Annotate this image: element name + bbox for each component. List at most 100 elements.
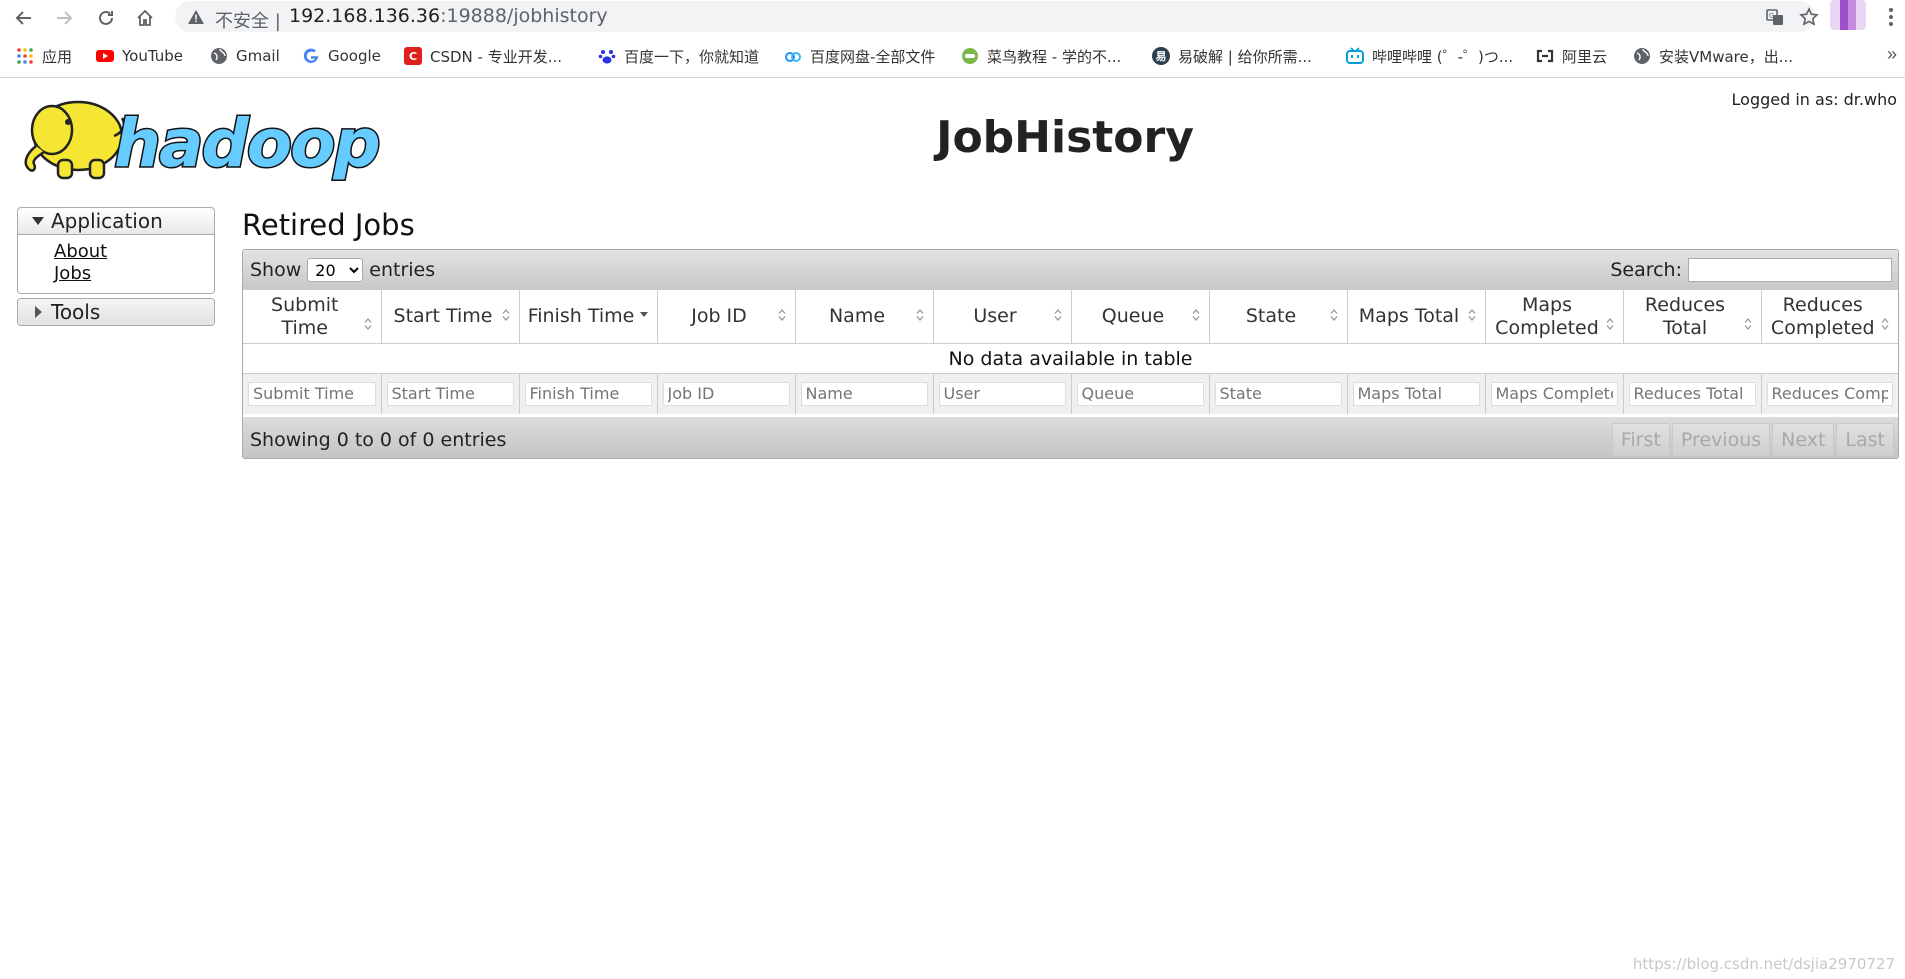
ypojie-icon: 易	[1152, 47, 1170, 65]
bookmark-baidu-pan[interactable]: 百度网盘-全部文件	[784, 45, 935, 67]
filter-input-maps-completed[interactable]	[1490, 381, 1618, 406]
table-info: Showing 0 to 0 of 0 entries	[250, 429, 507, 451]
filter-input-maps-total[interactable]	[1352, 381, 1480, 406]
filter-input-job-id[interactable]	[662, 381, 790, 406]
filter-input-start-time[interactable]	[386, 381, 514, 406]
triangle-down-icon	[32, 217, 44, 225]
browser-toolbar: 不安全 | 192.168.136.36:19888/jobhistory G	[0, 0, 1905, 36]
table-toolbar: Show 20 entries Search:	[243, 250, 1898, 289]
home-button[interactable]	[131, 4, 159, 32]
filter-input-reduces-completed[interactable]	[1766, 381, 1893, 406]
bookmark-csdn[interactable]: C CSDN - 专业开发...	[404, 45, 562, 67]
profile-avatar[interactable]	[1830, 0, 1866, 30]
logged-in-label: Logged in as: dr.who	[1731, 90, 1897, 109]
page-length-control: Show 20 entries	[250, 258, 435, 282]
table-search: Search:	[1610, 258, 1892, 282]
search-input[interactable]	[1688, 258, 1892, 282]
column-header-finish-time[interactable]: Finish Time	[519, 289, 658, 344]
avatar-icon	[1830, 0, 1866, 30]
filter-input-user[interactable]	[938, 381, 1066, 406]
column-header-reduces-total[interactable]: Reduces Total	[1623, 289, 1762, 344]
bookmarks-bar: 应用 YouTube Gmail Google C CSDN - 专业开发...…	[0, 36, 1905, 78]
sort-desc-icon	[639, 312, 648, 317]
nav-link-jobs[interactable]: Jobs	[54, 263, 214, 285]
bookmark-star-icon[interactable]	[1799, 7, 1819, 27]
bilibili-icon	[1346, 47, 1364, 64]
bookmark-google[interactable]: Google	[302, 45, 381, 67]
nav-section-tools: Tools	[17, 298, 215, 326]
filter-cell	[1209, 373, 1348, 414]
column-header-maps-total[interactable]: Maps Total	[1347, 289, 1486, 344]
column-header-submit-time[interactable]: Submit Time	[243, 289, 382, 344]
url-text: 192.168.136.36:19888/jobhistory	[289, 5, 608, 27]
filter-cell	[243, 373, 382, 414]
column-header-user[interactable]: User	[933, 289, 1072, 344]
youtube-icon	[96, 50, 114, 62]
bookmark-gmail[interactable]: Gmail	[210, 45, 280, 67]
apps-grid-icon	[17, 48, 33, 64]
sort-both-icon	[1468, 309, 1475, 321]
filter-cell	[657, 373, 796, 414]
sort-both-icon	[502, 309, 509, 321]
last-page-button[interactable]: Last	[1836, 423, 1894, 457]
filter-input-finish-time[interactable]	[524, 381, 652, 406]
table-footer: Showing 0 to 0 of 0 entries First Previo…	[243, 417, 1898, 458]
menu-kebab-icon[interactable]	[1884, 4, 1898, 30]
bookmark-vmware[interactable]: 安装VMware，出...	[1633, 45, 1793, 67]
column-header-job-id[interactable]: Job ID	[657, 289, 796, 344]
pagination: First Previous Next Last	[1610, 423, 1894, 457]
bookmark-runoob[interactable]: 菜鸟教程 - 学的不...	[961, 45, 1121, 67]
previous-page-button[interactable]: Previous	[1671, 423, 1771, 457]
main-content: Retired Jobs Show 20 entries Search: Sub…	[242, 207, 1899, 459]
security-label: 不安全 |	[215, 11, 281, 32]
address-bar[interactable]: 不安全 | 192.168.136.36:19888/jobhistory G	[175, 1, 1819, 32]
translate-icon[interactable]: G	[1765, 7, 1785, 27]
bookmarks-overflow-button[interactable]: »	[1887, 44, 1897, 65]
nav-toggle-tools[interactable]: Tools	[18, 299, 214, 325]
nav-link-about[interactable]: About	[54, 241, 214, 263]
bookmark-ypojie[interactable]: 易 易破解 | 给你所需...	[1152, 45, 1312, 67]
filter-cell	[1623, 373, 1762, 414]
filter-input-state[interactable]	[1214, 381, 1342, 406]
column-header-name[interactable]: Name	[795, 289, 934, 344]
nav-toggle-application[interactable]: Application	[18, 208, 214, 234]
filter-cell	[1761, 373, 1898, 414]
column-header-reduces-completed[interactable]: Reduces Completed	[1761, 289, 1898, 344]
filter-input-name[interactable]	[800, 381, 928, 406]
arrow-right-icon	[57, 11, 73, 25]
globe-icon	[211, 48, 227, 64]
page-length-select[interactable]: 20	[307, 258, 364, 282]
table-filter-row	[243, 373, 1898, 414]
next-page-button[interactable]: Next	[1772, 423, 1835, 457]
warning-icon	[188, 10, 204, 24]
jobs-table: Submit Time Start Time Finish Time Job ID Na…	[243, 289, 1898, 414]
reload-button[interactable]	[92, 4, 120, 32]
filter-input-queue[interactable]	[1076, 381, 1204, 406]
runoob-icon	[962, 48, 978, 64]
forward-button[interactable]	[50, 4, 78, 32]
first-page-button[interactable]: First	[1611, 423, 1670, 457]
triangle-right-icon	[35, 306, 42, 318]
bookmark-youtube[interactable]: YouTube	[96, 45, 183, 67]
reload-icon	[99, 10, 113, 25]
filter-cell	[381, 373, 520, 414]
column-header-start-time[interactable]: Start Time	[381, 289, 520, 344]
bookmark-aliyun[interactable]: 阿里云	[1536, 45, 1607, 67]
bookmark-apps[interactable]: 应用	[16, 45, 72, 67]
column-header-queue[interactable]: Queue	[1071, 289, 1210, 344]
back-button[interactable]	[10, 4, 38, 32]
column-header-maps-completed[interactable]: Maps Completed	[1485, 289, 1624, 344]
filter-input-reduces-total[interactable]	[1628, 381, 1756, 406]
page-title: JobHistory	[936, 112, 1194, 163]
filter-cell	[933, 373, 1072, 414]
column-header-state[interactable]: State	[1209, 289, 1348, 344]
sort-both-icon	[1054, 309, 1061, 321]
sort-both-icon	[364, 318, 371, 330]
filter-input-submit-time[interactable]	[248, 381, 376, 406]
filter-cell	[1071, 373, 1210, 414]
baidu-paw-icon	[598, 50, 616, 64]
bookmark-baidu[interactable]: 百度一下，你就知道	[598, 45, 759, 67]
sort-both-icon	[1744, 318, 1751, 330]
bookmark-bilibili[interactable]: 哔哩哔哩 (゜-゜)つ...	[1346, 45, 1513, 67]
globe-icon	[1634, 48, 1650, 64]
